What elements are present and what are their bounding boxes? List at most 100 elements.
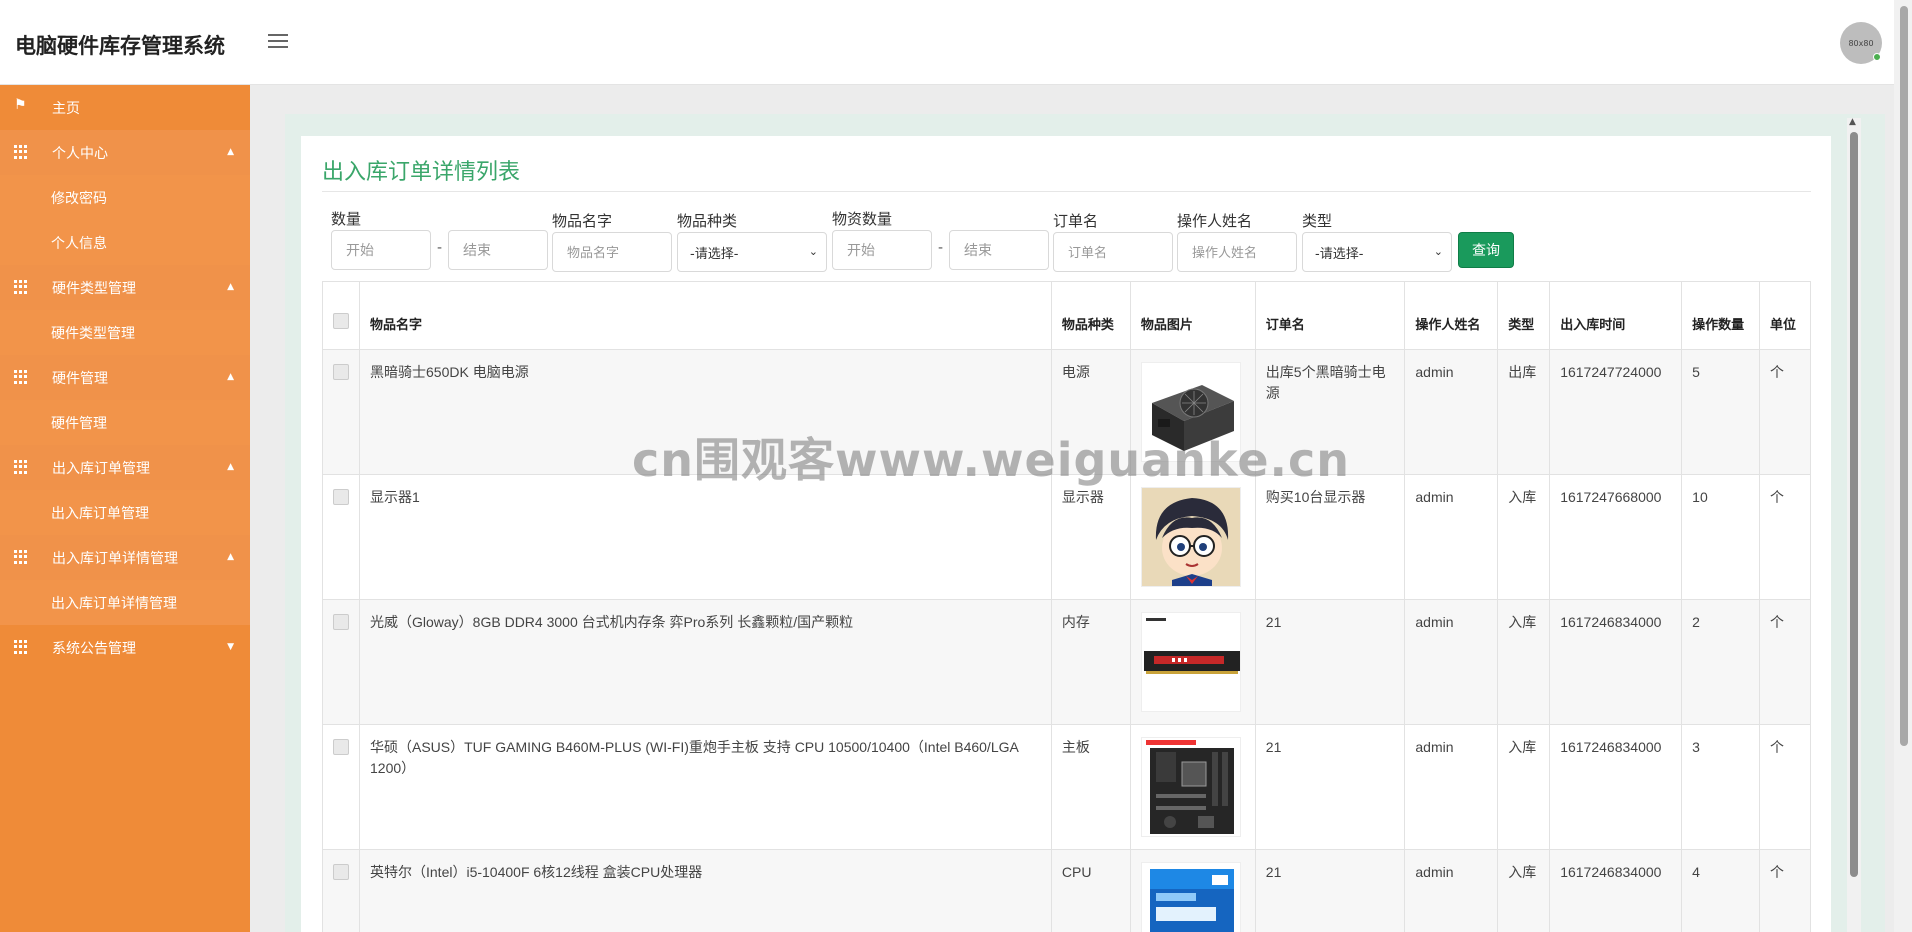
content-scrollbar-thumb[interactable] xyxy=(1850,132,1858,877)
cell-name: 华硕（ASUS）TUF GAMING B460M-PLUS (WI-FI)重炮手… xyxy=(359,724,1052,850)
item-name-input[interactable] xyxy=(552,232,672,272)
query-button[interactable]: 查询 xyxy=(1458,232,1514,268)
sidebar-item-hardware[interactable]: 硬件管理 xyxy=(0,400,250,445)
cell-kind: CPU xyxy=(1050,849,1131,932)
sidebar-group-label: 系统公告管理 xyxy=(52,640,136,657)
table-row[interactable]: 黑暗骑士650DK 电脑电源 电源 出库5个黑暗骑士电源 admin 出库 16… xyxy=(322,349,1811,475)
chevron-up-icon: ▲ xyxy=(227,552,234,562)
grid-icon xyxy=(14,460,28,474)
order-name-input[interactable] xyxy=(1053,232,1173,272)
chevron-down-icon: ▼ xyxy=(227,642,234,652)
sidebar-group-label: 出入库订单管理 xyxy=(52,460,150,477)
sidebar-group-label: 硬件类型管理 xyxy=(52,280,136,297)
sidebar-item-change-password[interactable]: 修改密码 xyxy=(0,175,250,220)
chevron-up-icon: ▲ xyxy=(227,372,234,382)
ram-image[interactable] xyxy=(1140,612,1241,712)
cell-order: 21 xyxy=(1254,599,1406,725)
cell-time: 1617247668000 xyxy=(1549,474,1683,600)
stock-start-input[interactable] xyxy=(832,230,932,270)
cartoon-image[interactable] xyxy=(1140,487,1241,587)
psu-image[interactable] xyxy=(1140,362,1241,462)
sidebar-group-orders[interactable]: 出入库订单管理 ▲ xyxy=(0,445,250,490)
sidebar-group-announcements[interactable]: 系统公告管理 ▼ xyxy=(0,625,250,670)
cell-name: 黑暗骑士650DK 电脑电源 xyxy=(359,349,1052,475)
cell-qty: 3 xyxy=(1681,724,1760,850)
cell-order: 出库5个黑暗骑士电源 xyxy=(1254,349,1406,475)
sidebar-item-order-details[interactable]: 出入库订单详情管理 xyxy=(0,580,250,625)
cell-order: 21 xyxy=(1254,724,1406,850)
select-all-checkbox[interactable] xyxy=(333,313,349,329)
row-checkbox[interactable] xyxy=(333,364,349,380)
cell-kind: 主板 xyxy=(1050,724,1131,850)
sidebar-group-hardware[interactable]: 硬件管理 ▲ xyxy=(0,355,250,400)
cell-type: 入库 xyxy=(1497,849,1551,932)
select-all-cell xyxy=(322,281,360,350)
cell-image xyxy=(1129,849,1256,932)
online-status-dot xyxy=(1873,53,1881,61)
col-header[interactable]: 类型 xyxy=(1497,281,1551,350)
col-header[interactable]: 单位 xyxy=(1759,281,1811,350)
col-header[interactable]: 物品名字 xyxy=(359,281,1052,350)
qty-start-input[interactable] xyxy=(331,230,431,270)
cell-unit: 个 xyxy=(1759,599,1811,725)
filter-name-label: 物品名字 xyxy=(552,212,613,230)
cell-time: 1617246834000 xyxy=(1549,849,1683,932)
table-row[interactable]: 英特尔（Intel）i5-10400F 6核12线程 盒装CPU处理器 CPU xyxy=(322,849,1811,932)
table-row[interactable]: 光威（Gloway）8GB DDR4 3000 台式机内存条 弈Pro系列 长鑫… xyxy=(322,599,1811,725)
hamburger-icon[interactable] xyxy=(268,34,288,50)
grid-icon xyxy=(14,145,28,159)
grid-icon xyxy=(14,370,28,384)
col-header[interactable]: 物品种类 xyxy=(1050,281,1131,350)
motherboard-image[interactable] xyxy=(1140,737,1241,837)
cell-time: 1617246834000 xyxy=(1549,724,1683,850)
cell-qty: 4 xyxy=(1681,849,1760,932)
col-header[interactable]: 订单名 xyxy=(1254,281,1406,350)
col-header[interactable]: 物品图片 xyxy=(1129,281,1256,350)
sidebar-group-hardware-type[interactable]: 硬件类型管理 ▲ xyxy=(0,265,250,310)
cell-unit: 个 xyxy=(1759,849,1811,932)
row-checkbox[interactable] xyxy=(333,489,349,505)
table-row[interactable]: 华硕（ASUS）TUF GAMING B460M-PLUS (WI-FI)重炮手… xyxy=(322,724,1811,850)
range-dash: - xyxy=(938,240,944,256)
sidebar-group-order-details[interactable]: 出入库订单详情管理 ▲ xyxy=(0,535,250,580)
sidebar-group-personal[interactable]: 个人中心 ▲ xyxy=(0,130,250,175)
cell-type: 入库 xyxy=(1497,724,1551,850)
chevron-down-icon: ⌄ xyxy=(808,245,818,258)
filter-stock-label: 物资数量 xyxy=(832,210,893,228)
type-select[interactable]: -请选择- ⌄ xyxy=(1302,232,1452,272)
col-header[interactable]: 出入库时间 xyxy=(1549,281,1683,350)
chevron-up-icon: ▲ xyxy=(227,282,234,292)
scroll-up-icon[interactable]: ▲ xyxy=(1849,117,1856,127)
cell-kind: 显示器 xyxy=(1050,474,1131,600)
cell-operator: admin xyxy=(1404,599,1499,725)
stock-end-input[interactable] xyxy=(949,230,1049,270)
cell-kind: 内存 xyxy=(1050,599,1131,725)
operator-name-input[interactable] xyxy=(1177,232,1297,272)
filter-type-label: 类型 xyxy=(1302,212,1333,230)
sidebar-item-hardware-type[interactable]: 硬件类型管理 xyxy=(0,310,250,355)
table-row[interactable]: 显示器1 显示器 购买10台显示器 admin 入库 1617247668000… xyxy=(322,474,1811,600)
cell-name: 显示器1 xyxy=(359,474,1052,600)
sidebar-item-personal-info[interactable]: 个人信息 xyxy=(0,220,250,265)
chevron-down-icon: ⌄ xyxy=(1433,245,1443,258)
filter-qty-label: 数量 xyxy=(331,210,362,228)
sidebar-item-home[interactable]: ⚑ 主页 xyxy=(0,85,250,130)
cell-unit: 个 xyxy=(1759,474,1811,600)
col-header[interactable]: 操作人姓名 xyxy=(1404,281,1499,350)
cpu-image[interactable] xyxy=(1140,862,1241,932)
avatar[interactable]: 80x80 xyxy=(1840,22,1882,64)
filter-kind-label: 物品种类 xyxy=(677,212,738,230)
col-header[interactable]: 操作数量 xyxy=(1681,281,1760,350)
chevron-up-icon: ▲ xyxy=(227,462,234,472)
qty-end-input[interactable] xyxy=(448,230,548,270)
row-checkbox[interactable] xyxy=(333,864,349,880)
row-checkbox[interactable] xyxy=(333,614,349,630)
cell-image xyxy=(1129,599,1256,725)
cell-order: 购买10台显示器 xyxy=(1254,474,1406,600)
cell-operator: admin xyxy=(1404,474,1499,600)
page-scrollbar-thumb[interactable] xyxy=(1900,6,1908,746)
sidebar-item-orders[interactable]: 出入库订单管理 xyxy=(0,490,250,535)
cell-unit: 个 xyxy=(1759,724,1811,850)
row-checkbox[interactable] xyxy=(333,739,349,755)
item-kind-select[interactable]: -请选择- ⌄ xyxy=(677,232,827,272)
